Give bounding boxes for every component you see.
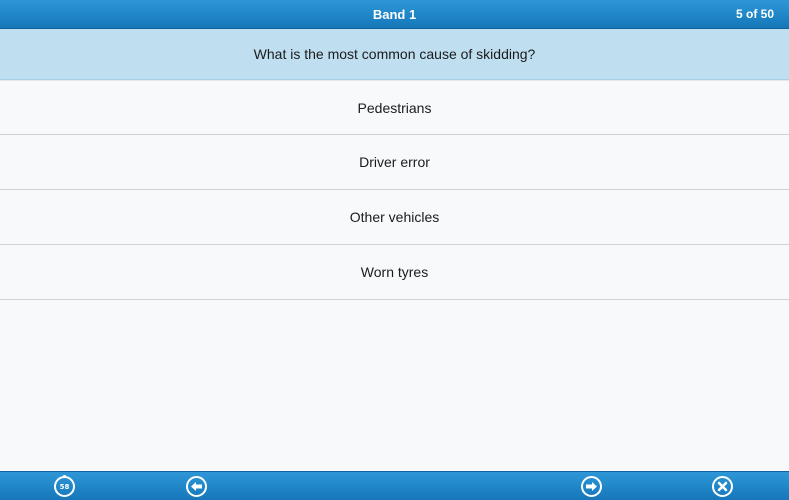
quiz-screen: Band 1 5 of 50 What is the most common c… (0, 0, 789, 500)
bottom-toolbar: 58 (0, 471, 789, 500)
question-counter: 5 of 50 (735, 7, 774, 21)
stopwatch-icon (63, 475, 66, 478)
header-title: Band 1 (372, 7, 417, 22)
answer-option-1[interactable]: Pedestrians (0, 80, 789, 135)
close-button[interactable] (712, 476, 733, 497)
answer-option-3[interactable]: Other vehicles (0, 190, 789, 245)
arrow-left-icon (191, 482, 202, 491)
question-text: What is the most common cause of skiddin… (0, 29, 789, 80)
close-icon (717, 481, 728, 492)
timer-value: 58 (59, 482, 70, 491)
answer-list: Pedestrians Driver error Other vehicles … (0, 80, 789, 300)
answer-option-2[interactable]: Driver error (0, 135, 789, 190)
top-bar: Band 1 5 of 50 (0, 0, 789, 29)
next-button[interactable] (581, 476, 602, 497)
answer-option-4[interactable]: Worn tyres (0, 245, 789, 300)
previous-button[interactable] (186, 476, 207, 497)
timer-button[interactable]: 58 (54, 475, 75, 497)
arrow-right-icon (586, 482, 597, 491)
